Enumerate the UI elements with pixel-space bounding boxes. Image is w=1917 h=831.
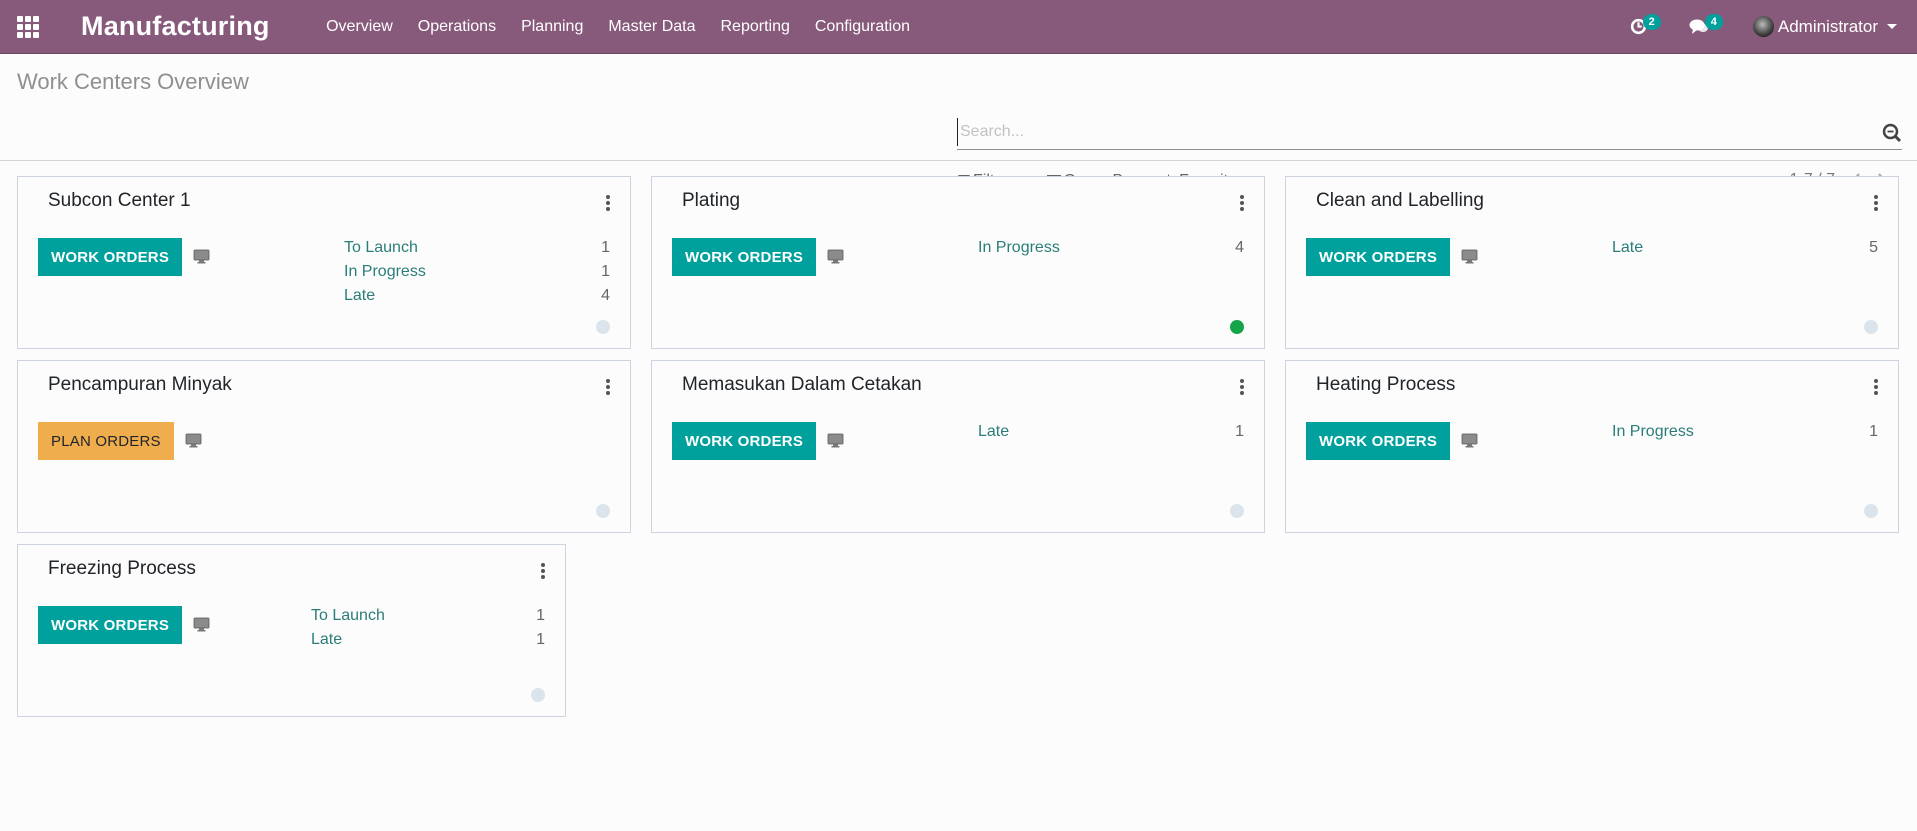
work-center-name: Heating Process xyxy=(1316,374,1456,395)
work-center-card[interactable]: Memasukan Dalam Cetakan WORK ORDERS Late… xyxy=(651,360,1265,533)
stat-label: In Progress xyxy=(344,263,426,280)
stat-value: 4 xyxy=(601,287,610,304)
status-indicator[interactable] xyxy=(1230,320,1244,334)
activity-count-badge: 2 xyxy=(1642,13,1661,30)
avatar xyxy=(1752,16,1774,37)
stat-value: 1 xyxy=(536,631,545,648)
menu-reporting[interactable]: Reporting xyxy=(708,18,802,36)
work-orders-button[interactable]: WORK ORDERS xyxy=(38,606,183,644)
more-options-icon[interactable] xyxy=(605,195,610,211)
monitor-icon[interactable] xyxy=(193,617,210,632)
work-center-card[interactable]: Freezing Process WORK ORDERS To Launch 1 L… xyxy=(17,544,566,717)
user-menu[interactable]: Administrator xyxy=(1752,16,1897,37)
control-panel: Work Centers Overview Filters Group By F… xyxy=(0,54,1917,189)
work-orders-button[interactable]: WORK ORDERS xyxy=(672,422,817,460)
app-name[interactable]: Manufacturing xyxy=(81,11,270,42)
messages-count-badge: 4 xyxy=(1704,13,1723,30)
status-indicator[interactable] xyxy=(596,320,610,334)
user-name: Administrator xyxy=(1777,16,1878,36)
menu-planning[interactable]: Planning xyxy=(509,18,596,36)
monitor-icon[interactable] xyxy=(1461,433,1478,448)
status-indicator[interactable] xyxy=(1230,504,1244,518)
stat-value: 4 xyxy=(1235,239,1244,256)
page-title: Work Centers Overview xyxy=(17,69,249,94)
plan-orders-button[interactable]: PLAN ORDERS xyxy=(38,422,174,460)
stat-row[interactable]: Late 5 xyxy=(1612,239,1878,263)
monitor-icon[interactable] xyxy=(185,433,202,448)
work-center-name: Pencampuran Minyak xyxy=(48,374,232,395)
search-input[interactable] xyxy=(957,118,1857,146)
stat-label: Late xyxy=(344,287,376,304)
status-indicator[interactable] xyxy=(531,688,545,702)
stat-row[interactable]: To Launch 1 xyxy=(311,607,545,631)
apps-menu-icon[interactable] xyxy=(14,13,42,41)
stat-label: Late xyxy=(978,423,1010,440)
stat-label: To Launch xyxy=(344,239,418,256)
work-orders-button[interactable]: WORK ORDERS xyxy=(672,238,817,276)
work-center-card[interactable]: Heating Process WORK ORDERS In Progress 1 xyxy=(1285,360,1899,533)
stat-row[interactable]: To Launch 1 xyxy=(344,239,610,263)
stat-value: 1 xyxy=(601,239,610,256)
work-center-card[interactable]: Pencampuran Minyak PLAN ORDERS xyxy=(17,360,631,533)
status-indicator[interactable] xyxy=(1864,504,1878,518)
work-center-name: Memasukan Dalam Cetakan xyxy=(682,374,922,395)
stat-value: 1 xyxy=(601,263,610,280)
stat-row[interactable]: Late 1 xyxy=(311,631,545,655)
search-bar xyxy=(957,118,1902,150)
menu-configuration[interactable]: Configuration xyxy=(802,18,922,36)
stat-label: To Launch xyxy=(311,607,385,624)
work-center-card[interactable]: Clean and Labelling WORK ORDERS Late 5 xyxy=(1285,176,1899,349)
work-center-name: Freezing Process xyxy=(48,558,196,579)
stat-row[interactable]: In Progress 4 xyxy=(978,239,1244,263)
stat-value: 1 xyxy=(1869,423,1878,440)
work-center-name: Clean and Labelling xyxy=(1316,190,1484,211)
stat-row[interactable]: In Progress 1 xyxy=(344,263,610,287)
stat-row[interactable]: In Progress 1 xyxy=(1612,423,1878,447)
stat-row[interactable]: Late 4 xyxy=(344,287,610,311)
main-menu: Overview Operations Planning Master Data… xyxy=(314,18,923,36)
work-center-card[interactable]: Plating WORK ORDERS In Progress 4 xyxy=(651,176,1265,349)
menu-overview[interactable]: Overview xyxy=(314,18,406,36)
status-indicator[interactable] xyxy=(596,504,610,518)
top-navbar: Manufacturing Overview Operations Planni… xyxy=(0,0,1917,54)
stat-label: Late xyxy=(311,631,343,648)
status-indicator[interactable] xyxy=(1864,320,1878,334)
stat-value: 5 xyxy=(1869,239,1878,256)
stat-value: 1 xyxy=(1235,423,1244,440)
monitor-icon[interactable] xyxy=(1461,249,1478,264)
work-center-stats: Late 5 xyxy=(1612,239,1878,263)
stat-label: In Progress xyxy=(978,239,1060,256)
stat-row[interactable]: Late 1 xyxy=(978,423,1244,447)
monitor-icon[interactable] xyxy=(827,249,844,264)
search-icon[interactable] xyxy=(1882,123,1902,143)
work-orders-button[interactable]: WORK ORDERS xyxy=(1306,422,1451,460)
more-options-icon[interactable] xyxy=(1873,195,1878,211)
monitor-icon[interactable] xyxy=(827,433,844,448)
work-orders-button[interactable]: WORK ORDERS xyxy=(1306,238,1451,276)
work-orders-button[interactable]: WORK ORDERS xyxy=(38,238,183,276)
monitor-icon[interactable] xyxy=(193,249,210,264)
work-center-name: Subcon Center 1 xyxy=(48,190,191,211)
menu-master-data[interactable]: Master Data xyxy=(596,18,708,36)
activity-button[interactable]: 2 xyxy=(1630,13,1661,35)
more-options-icon[interactable] xyxy=(605,379,610,395)
more-options-icon[interactable] xyxy=(540,563,545,579)
messages-button[interactable]: 4 xyxy=(1689,13,1723,35)
stat-value: 1 xyxy=(536,607,545,624)
stat-label: In Progress xyxy=(1612,423,1694,440)
work-center-card[interactable]: Subcon Center 1 WORK ORDERS To Launch 1 In… xyxy=(17,176,631,349)
more-options-icon[interactable] xyxy=(1239,379,1244,395)
work-center-stats: In Progress 4 xyxy=(978,239,1244,263)
caret-down-icon xyxy=(1887,24,1897,29)
more-options-icon[interactable] xyxy=(1239,195,1244,211)
work-center-kanban: Subcon Center 1 WORK ORDERS To Launch 1 In… xyxy=(0,161,1917,732)
work-center-stats: In Progress 1 xyxy=(1612,423,1878,447)
work-center-stats: To Launch 1 In Progress 1 Late 4 xyxy=(344,239,610,311)
work-center-stats: To Launch 1 Late 1 xyxy=(311,607,545,655)
more-options-icon[interactable] xyxy=(1873,379,1878,395)
work-center-name: Plating xyxy=(682,190,741,211)
menu-operations[interactable]: Operations xyxy=(405,18,508,36)
work-center-stats: Late 1 xyxy=(978,423,1244,447)
stat-label: Late xyxy=(1612,239,1644,256)
